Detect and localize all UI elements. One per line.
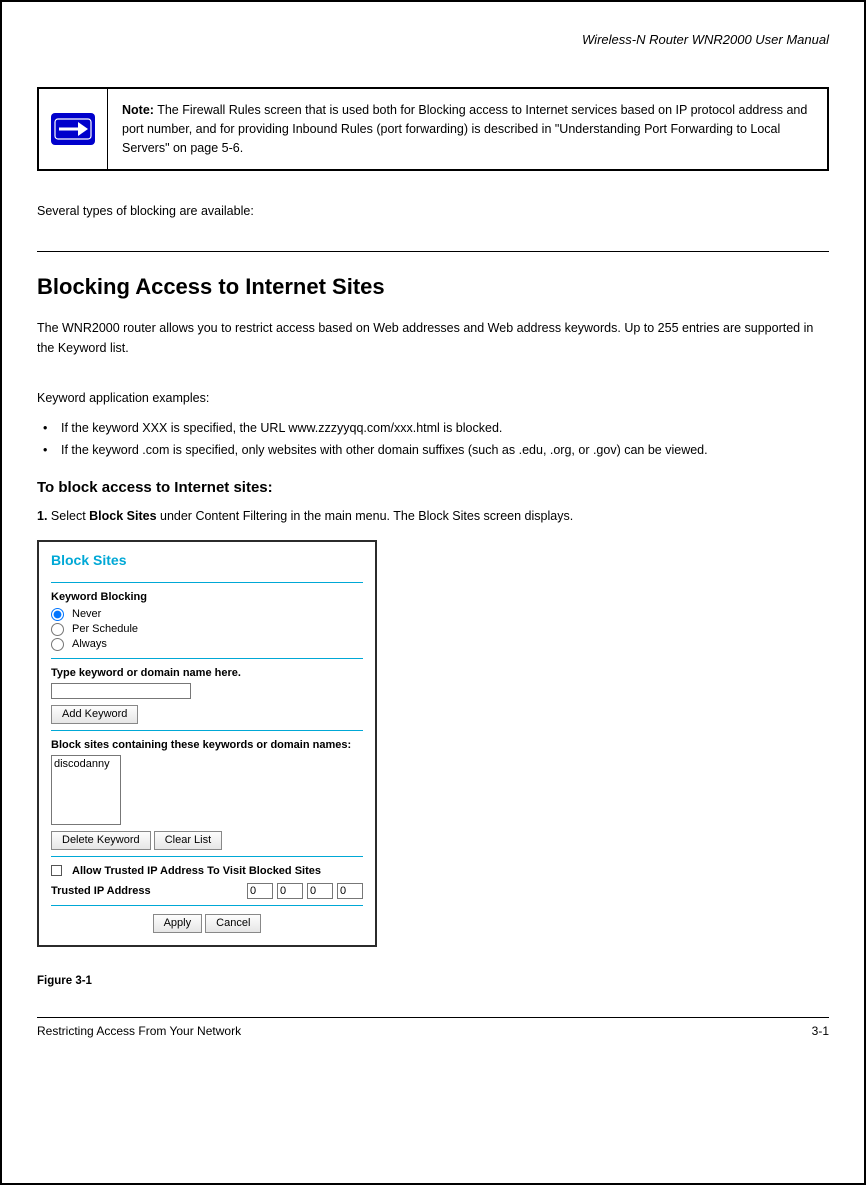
delete-keyword-button[interactable]: Delete Keyword bbox=[51, 831, 151, 850]
ip-octet-4[interactable] bbox=[337, 883, 363, 899]
intro-paragraph: Several types of blocking are available: bbox=[37, 201, 829, 221]
page-header-title: Wireless-N Router WNR2000 User Manual bbox=[37, 32, 829, 47]
panel-footer: Apply Cancel bbox=[51, 914, 363, 933]
radio-never-input[interactable] bbox=[51, 608, 64, 621]
step-text-c: under Content Filtering in the main menu… bbox=[157, 509, 574, 523]
section-p2: Keyword application examples: bbox=[37, 388, 829, 408]
panel-divider bbox=[51, 905, 363, 906]
ip-octet-2[interactable] bbox=[277, 883, 303, 899]
bullet-text: If the keyword XXX is specified, the URL… bbox=[61, 418, 502, 439]
footer-left: Restricting Access From Your Network bbox=[37, 1024, 241, 1038]
radio-per-schedule-input[interactable] bbox=[51, 623, 64, 636]
subsection-heading: To block access to Internet sites: bbox=[37, 479, 829, 496]
cancel-button[interactable]: Cancel bbox=[205, 914, 261, 933]
panel-divider bbox=[51, 582, 363, 583]
step-text-bold: Block Sites bbox=[89, 509, 156, 523]
radio-per-schedule[interactable]: Per Schedule bbox=[51, 622, 363, 637]
arrow-right-icon bbox=[51, 113, 95, 145]
radio-never-label: Never bbox=[72, 608, 101, 620]
radio-always-input[interactable] bbox=[51, 638, 64, 651]
panel-divider bbox=[51, 856, 363, 857]
radio-per-schedule-label: Per Schedule bbox=[72, 623, 138, 635]
keyword-blocking-label: Keyword Blocking bbox=[51, 591, 363, 603]
section-rule bbox=[37, 251, 829, 252]
apply-button[interactable]: Apply bbox=[153, 914, 203, 933]
note-body: The Firewall Rules screen that is used b… bbox=[122, 103, 807, 155]
panel-divider bbox=[51, 658, 363, 659]
list-item[interactable]: discodanny bbox=[54, 758, 118, 770]
note-label: Note: bbox=[122, 103, 154, 117]
page-footer: Restricting Access From Your Network 3-1 bbox=[37, 1018, 829, 1038]
ip-octet-1[interactable] bbox=[247, 883, 273, 899]
panel-divider bbox=[51, 730, 363, 731]
add-keyword-button[interactable]: Add Keyword bbox=[51, 705, 138, 724]
note-icon-cell bbox=[39, 89, 108, 169]
panel-title: Block Sites bbox=[51, 552, 363, 568]
block-list-label: Block sites containing these keywords or… bbox=[51, 739, 363, 751]
section-heading: Blocking Access to Internet Sites bbox=[37, 274, 829, 300]
bullet-text: If the keyword .com is specified, only w… bbox=[61, 440, 708, 461]
page-container: Wireless-N Router WNR2000 User Manual No… bbox=[0, 0, 866, 1185]
allow-trusted-checkbox[interactable] bbox=[51, 865, 62, 876]
bullet-list: • If the keyword XXX is specified, the U… bbox=[37, 418, 829, 461]
radio-always-label: Always bbox=[72, 638, 107, 650]
section-p1: The WNR2000 router allows you to restric… bbox=[37, 318, 829, 358]
list-item: • If the keyword XXX is specified, the U… bbox=[43, 418, 829, 439]
footer-right: 3-1 bbox=[812, 1024, 829, 1038]
type-keyword-label: Type keyword or domain name here. bbox=[51, 667, 363, 679]
clear-list-button[interactable]: Clear List bbox=[154, 831, 222, 850]
note-text: Note: The Firewall Rules screen that is … bbox=[108, 89, 827, 169]
figure-caption: Figure 3-1 bbox=[37, 975, 829, 987]
step-text-a: Select bbox=[51, 509, 89, 523]
trusted-ip-label: Trusted IP Address bbox=[51, 885, 151, 897]
allow-trusted-label: Allow Trusted IP Address To Visit Blocke… bbox=[72, 865, 321, 877]
trusted-ip-fields bbox=[247, 883, 363, 899]
keyword-input[interactable] bbox=[51, 683, 191, 699]
block-sites-panel: Block Sites Keyword Blocking Never Per S… bbox=[37, 540, 377, 947]
list-item: • If the keyword .com is specified, only… bbox=[43, 440, 829, 461]
ip-octet-3[interactable] bbox=[307, 883, 333, 899]
step-number: 1. bbox=[37, 509, 47, 523]
note-box: Note: The Firewall Rules screen that is … bbox=[37, 87, 829, 171]
allow-trusted-row[interactable]: Allow Trusted IP Address To Visit Blocke… bbox=[51, 865, 363, 877]
radio-never[interactable]: Never bbox=[51, 607, 363, 622]
step-1: 1. Select Block Sites under Content Filt… bbox=[37, 506, 829, 526]
keyword-listbox[interactable]: discodanny bbox=[51, 755, 121, 825]
radio-always[interactable]: Always bbox=[51, 637, 363, 652]
trusted-ip-row: Trusted IP Address bbox=[51, 883, 363, 899]
